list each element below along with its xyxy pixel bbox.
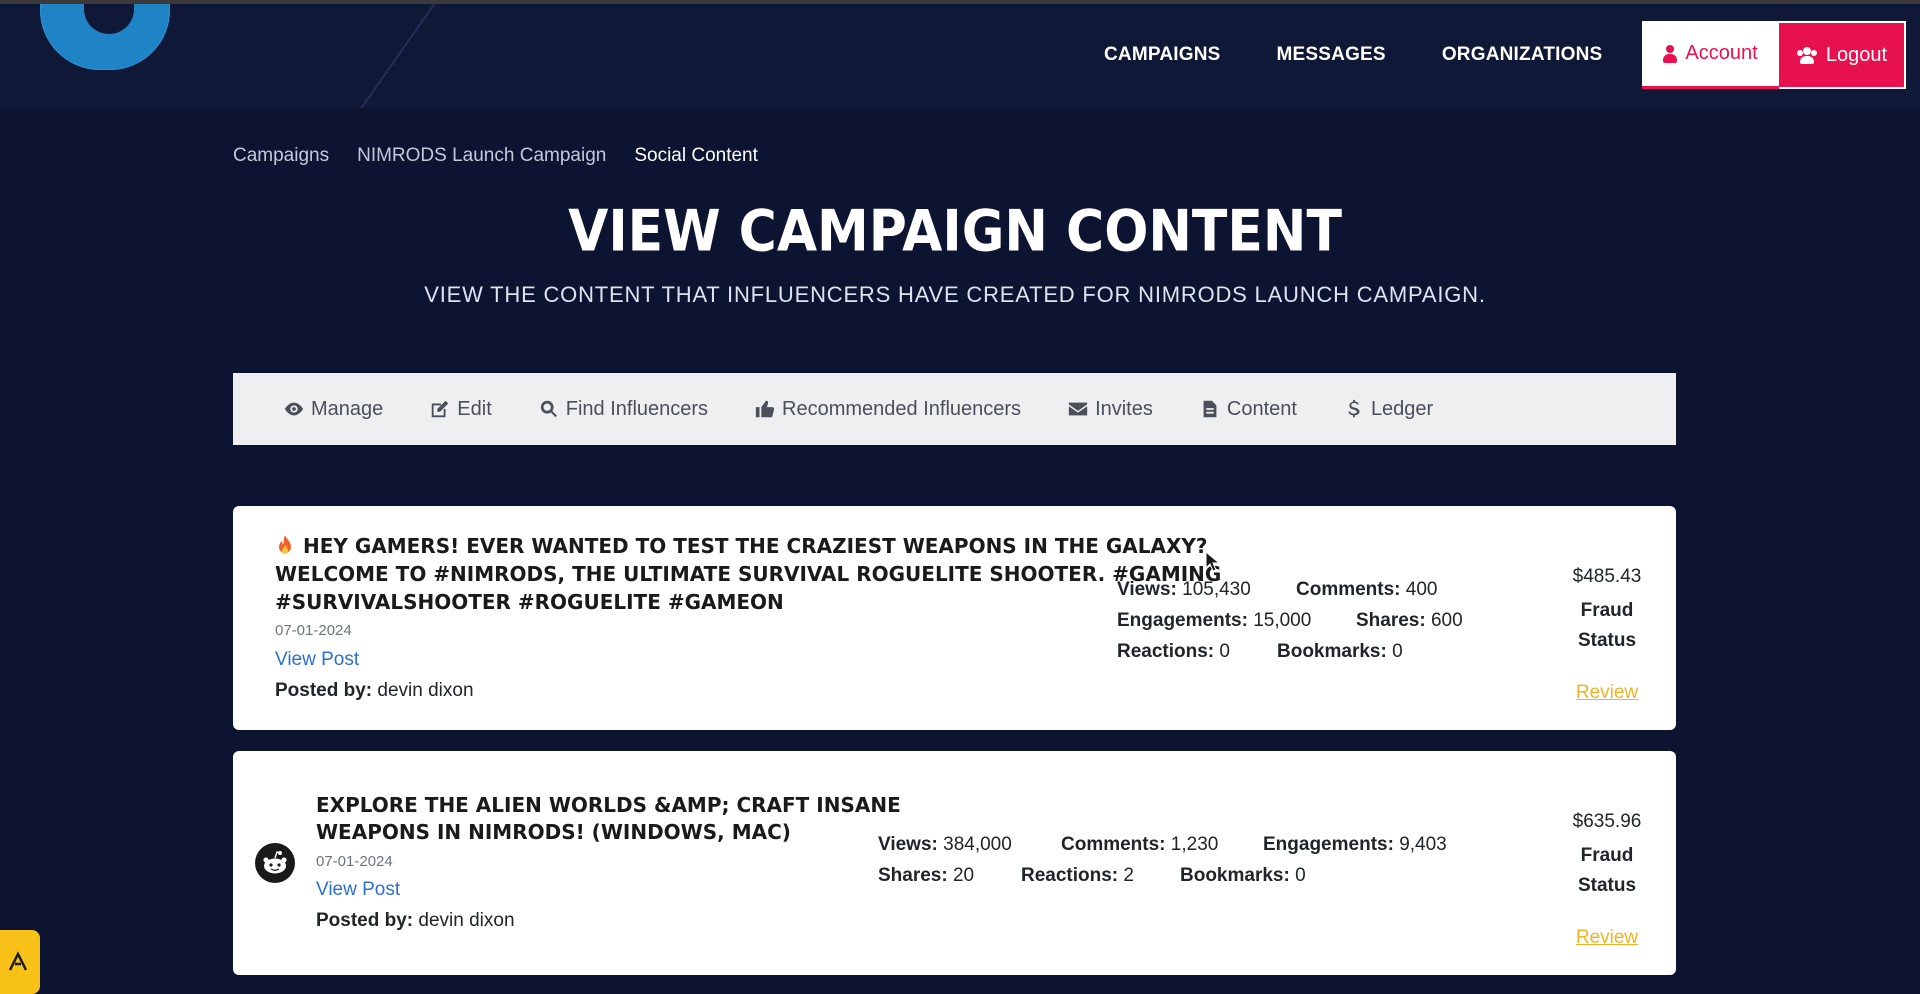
top-navbar: CAMPAIGNS MESSAGES ORGANIZATIONS Account… xyxy=(0,0,1920,108)
tab-find-influencers-label: Find Influencers xyxy=(565,397,709,420)
account-label: Account xyxy=(1685,42,1758,64)
tab-recommended-influencers-label: Recommended Influencers xyxy=(782,397,1022,420)
posted-by-name: devin dixon xyxy=(377,680,474,701)
post-date: 07-01-2024 xyxy=(275,622,352,639)
mouse-cursor-icon xyxy=(1205,551,1221,572)
stat-bookmarks: Bookmarks: 0 xyxy=(1277,641,1403,662)
page-title: VIEW CAMPAIGN CONTENT xyxy=(568,199,1342,265)
file-icon xyxy=(1203,400,1217,418)
nav-campaigns[interactable]: CAMPAIGNS xyxy=(1104,44,1221,66)
review-link[interactable]: Review xyxy=(1557,682,1657,704)
fraud-status-label: Fraud Status xyxy=(1577,600,1637,651)
content-card: HEY GAMERS! EVER WANTED TO TEST THE CRAZ… xyxy=(233,506,1676,730)
post-title-line: EXPLORE THE ALIEN WORLDS &AMP; CRAFT INS… xyxy=(316,793,901,817)
tab-content[interactable]: Content xyxy=(1199,398,1297,421)
post-date: 07-01-2024 xyxy=(316,853,393,870)
post-price: $485.43 xyxy=(1572,566,1642,587)
warning-icon xyxy=(8,951,28,971)
tab-manage-label: Manage xyxy=(311,397,384,420)
tab-invites-label: Invites xyxy=(1095,397,1153,420)
post-title-line: WELCOME TO #NIMRODS, THE ULTIMATE SURVIV… xyxy=(275,562,1222,586)
fire-icon xyxy=(279,535,291,554)
breadcrumb-current: Social Content xyxy=(634,145,758,166)
logout-label: Logout xyxy=(1825,43,1888,66)
stat-reactions: Reactions: 0 xyxy=(1117,641,1230,662)
campaign-tabs: Manage Edit Find Influencers Recommended… xyxy=(233,373,1676,445)
tab-invites[interactable]: Invites xyxy=(1067,398,1153,421)
content-card: EXPLORE THE ALIEN WORLDS &AMP; CRAFT INS… xyxy=(233,751,1676,975)
eye-icon xyxy=(284,402,304,416)
stat-engagements: Engagements: 15,000 xyxy=(1117,610,1312,631)
stat-bookmarks: Bookmarks: 0 xyxy=(1180,865,1306,886)
thumbs-up-icon xyxy=(755,400,775,418)
nav-organizations[interactable]: ORGANIZATIONS xyxy=(1442,44,1603,66)
stat-views: Views: 384,000 xyxy=(878,834,1012,855)
breadcrumb-campaigns[interactable]: Campaigns xyxy=(233,145,329,167)
post-title-line: #SURVIVALSHOOTER #ROGUELITE #GAMEON xyxy=(275,590,784,614)
posted-by: Posted by: devin dixon xyxy=(316,910,515,932)
breadcrumb-campaign[interactable]: NIMRODS Launch Campaign xyxy=(357,145,606,167)
stat-comments: Comments: 1,230 xyxy=(1061,834,1219,855)
stat-reactions: Reactions: 2 xyxy=(1021,865,1134,886)
nav-messages[interactable]: MESSAGES xyxy=(1277,44,1386,66)
view-post-link[interactable]: View Post xyxy=(316,879,400,901)
view-post-link[interactable]: View Post xyxy=(275,649,359,671)
edit-icon xyxy=(432,400,449,418)
posted-by: Posted by: devin dixon xyxy=(275,680,474,702)
user-icon xyxy=(1663,44,1678,63)
stat-comments: Comments: 400 xyxy=(1296,579,1438,600)
tab-edit-label: Edit xyxy=(457,397,492,420)
tab-ledger[interactable]: Ledger xyxy=(1343,398,1433,421)
post-title-line: HEY GAMERS! EVER WANTED TO TEST THE CRAZ… xyxy=(303,534,1208,558)
tab-ledger-label: Ledger xyxy=(1370,397,1434,420)
stat-shares: Shares: 600 xyxy=(1356,610,1463,631)
fraud-status-label: Fraud Status xyxy=(1577,845,1637,896)
tab-edit[interactable]: Edit xyxy=(429,397,492,421)
tab-recommended-influencers[interactable]: Recommended Influencers xyxy=(754,398,1021,421)
stat-shares: Shares: 20 xyxy=(878,865,975,886)
stat-engagements: Engagements: 9,403 xyxy=(1263,834,1447,855)
post-title-line: WEAPONS IN NIMRODS! (WINDOWS, MAC) xyxy=(316,820,791,844)
tab-content-label: Content xyxy=(1226,397,1297,420)
main-nav: CAMPAIGNS MESSAGES ORGANIZATIONS xyxy=(1104,44,1602,66)
posted-by-name: devin dixon xyxy=(418,910,515,931)
stat-views: Views: 105,430 xyxy=(1117,579,1251,600)
post-price: $635.96 xyxy=(1572,811,1642,832)
decorative-slash xyxy=(359,4,442,108)
breadcrumb: Campaigns NIMRODS Launch Campaign Social… xyxy=(233,145,758,167)
corner-widget[interactable] xyxy=(0,930,40,994)
reddit-icon xyxy=(255,843,295,883)
tab-manage[interactable]: Manage xyxy=(283,398,383,421)
account-button[interactable]: Account xyxy=(1642,21,1779,89)
search-icon xyxy=(540,400,557,418)
dollar-icon xyxy=(1348,399,1360,418)
logout-button[interactable]: Logout xyxy=(1779,21,1906,89)
posted-by-label: Posted by: xyxy=(316,910,414,931)
review-link[interactable]: Review xyxy=(1557,927,1657,949)
tab-find-influencers[interactable]: Find Influencers xyxy=(538,398,708,421)
page-subtitle: VIEW THE CONTENT THAT INFLUENCERS HAVE C… xyxy=(424,282,1486,307)
brand-logo[interactable] xyxy=(30,4,200,104)
posted-by-label: Posted by: xyxy=(275,680,373,701)
users-icon xyxy=(1796,46,1818,64)
envelope-icon xyxy=(1068,402,1088,416)
